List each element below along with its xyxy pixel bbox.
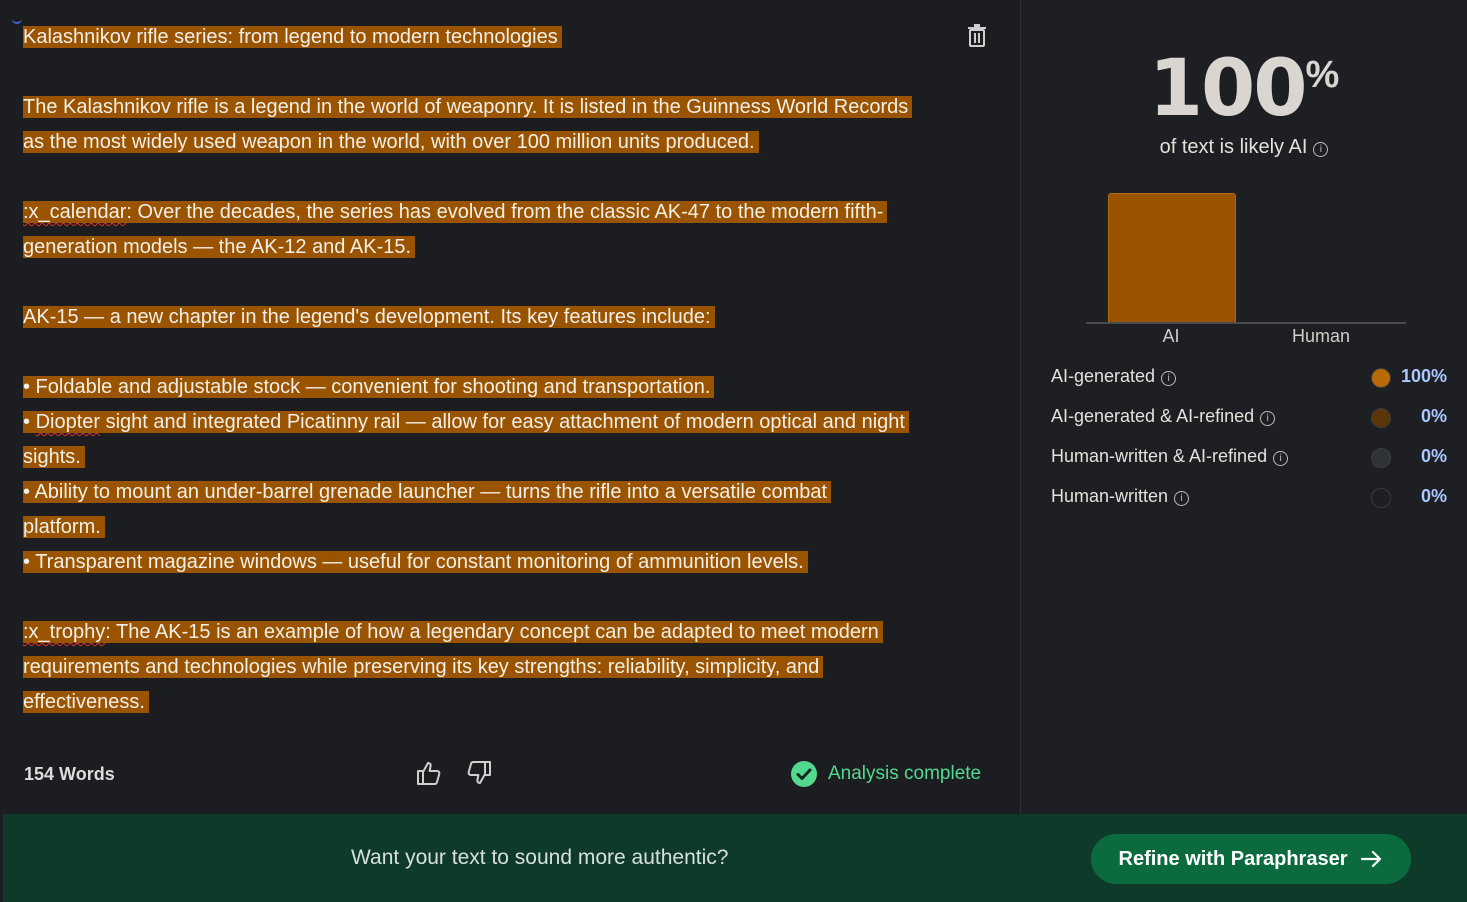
- spelling-error[interactable]: Diopter: [36, 411, 100, 433]
- analysis-status: Analysis complete: [790, 760, 981, 788]
- text-editor[interactable]: Kalashnikov rifle series: from legend to…: [0, 0, 1020, 814]
- info-icon[interactable]: i: [1313, 142, 1329, 157]
- legend-label: Human-written & AI-refined i: [1051, 446, 1289, 467]
- legend-label: AI-generated & AI-refined i: [1051, 406, 1276, 427]
- score-value: 100: [1148, 44, 1308, 134]
- list-item: • Diopter sight and integrated Picatinny…: [23, 411, 909, 433]
- legend-row: Human-written & AI-refined i 0%: [1051, 440, 1447, 480]
- legend-label: Human-written i: [1051, 486, 1190, 507]
- thumbs-down-icon: [467, 761, 491, 784]
- highlighted-text: The Kalashnikov rifle is a legend in the…: [23, 96, 913, 118]
- legend-row: AI-generated i 100%: [1051, 360, 1447, 400]
- legend-row: AI-generated & AI-refined i 0%: [1051, 400, 1447, 440]
- feedback-buttons: [414, 758, 494, 788]
- category-label-human: Human: [1291, 326, 1351, 346]
- banner-prompt: Want your text to sound more authentic?: [351, 846, 729, 869]
- paraphraser-banner: Want your text to sound more authentic? …: [3, 814, 1467, 902]
- caret-marker: [12, 16, 22, 24]
- editor-footer: 154 Words Analysis complete: [0, 750, 1020, 800]
- highlighted-text: as the most widely used weapon in the wo…: [23, 131, 759, 153]
- paragraph-title: Kalashnikov rifle series: from legend to…: [23, 20, 973, 55]
- button-label: Refine with Paraphraser: [1118, 847, 1348, 870]
- legend-value: 0%: [1420, 486, 1447, 506]
- category-label-ai: AI: [1162, 326, 1180, 346]
- paragraph-features-intro: AK-15 — a new chapter in the legend's de…: [23, 300, 973, 335]
- thumbs-up-button[interactable]: [414, 758, 444, 788]
- thumbs-down-button[interactable]: [464, 758, 494, 788]
- highlighted-text: AK-15 — a new chapter in the legend's de…: [23, 306, 715, 328]
- list-item: • Transparent magazine windows — useful …: [23, 551, 808, 573]
- results-panel: 100% of text is likely AI i AI Human AI-ge…: [1021, 0, 1467, 814]
- spelling-error[interactable]: :x_calendar: [23, 201, 126, 223]
- highlighted-text: requirements and technologies while pres…: [23, 656, 824, 678]
- paragraph-conclusion: :x_trophy: The AK-15 is an example of ho…: [23, 615, 973, 720]
- score-subtitle-text: of text is likely AI: [1159, 136, 1308, 158]
- ai-human-bar-chart: AI Human: [1086, 180, 1406, 350]
- paragraph-evolution: :x_calendar: Over the decades, the serie…: [23, 195, 973, 265]
- info-icon[interactable]: i: [1174, 491, 1190, 506]
- word-count: 154 Words: [24, 764, 115, 784]
- spelling-error[interactable]: :x_trophy: [23, 621, 105, 643]
- refine-with-paraphraser-button[interactable]: Refine with Paraphraser: [1091, 834, 1411, 884]
- highlighted-text: :x_trophy: The AK-15 is an example of ho…: [23, 621, 883, 643]
- highlighted-text: :x_calendar: Over the decades, the serie…: [23, 201, 888, 223]
- highlighted-text: effectiveness.: [23, 691, 149, 713]
- classification-legend: AI-generated i 100% AI-generated & AI-refin…: [1051, 360, 1447, 520]
- highlighted-text: generation models — the AK-12 and AK-15.: [23, 236, 416, 258]
- legend-value: 0%: [1420, 446, 1447, 466]
- info-icon[interactable]: i: [1260, 411, 1276, 426]
- bar-ai: [1108, 193, 1236, 322]
- highlighted-text: Kalashnikov rifle series: from legend to…: [23, 26, 562, 48]
- legend-value: 100%: [1400, 366, 1447, 386]
- arrow-right-icon: [1361, 850, 1382, 868]
- check-circle-icon: [791, 761, 817, 787]
- info-icon[interactable]: i: [1273, 451, 1289, 466]
- info-icon[interactable]: i: [1161, 371, 1177, 386]
- legend-row: Human-written i 0%: [1051, 480, 1447, 520]
- feature-list: • Foldable and adjustable stock — conven…: [23, 370, 973, 580]
- chart-baseline: [1086, 322, 1406, 324]
- list-item: • Foldable and adjustable stock — conven…: [23, 376, 715, 398]
- score-subtitle: of text is likely AI i: [1021, 136, 1467, 159]
- paragraph-intro: The Kalashnikov rifle is a legend in the…: [23, 90, 973, 160]
- list-item: • Ability to mount an under-barrel grena…: [23, 481, 832, 503]
- list-item: platform.: [23, 516, 105, 538]
- thumbs-up-icon: [417, 762, 441, 785]
- list-item: sights.: [23, 446, 85, 468]
- analyzed-text[interactable]: Kalashnikov rifle series: from legend to…: [23, 20, 973, 720]
- status-text: Analysis complete: [828, 763, 982, 784]
- score-unit: %: [1305, 54, 1340, 96]
- ai-score: 100%: [1021, 44, 1467, 134]
- legend-value: 0%: [1420, 406, 1447, 426]
- legend-label: AI-generated i: [1051, 366, 1177, 387]
